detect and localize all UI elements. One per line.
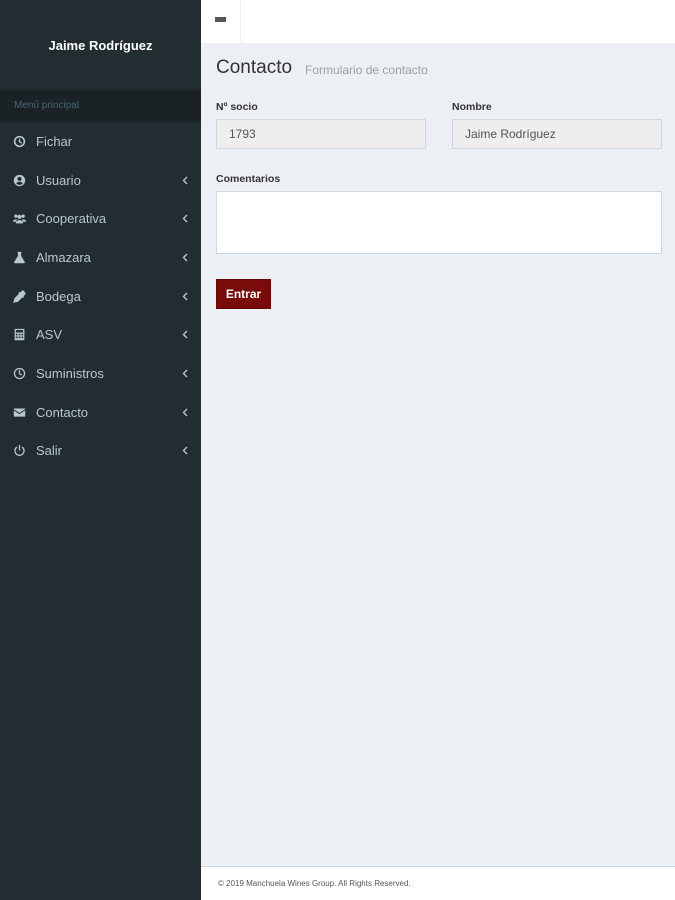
calculator-icon — [12, 328, 26, 342]
sidebar-item-bodega[interactable]: Bodega — [0, 277, 201, 316]
nombre-group: Nombre Jaime Rodríguez — [452, 93, 662, 149]
sidebar-menu: Fichar Usuario Cooperativa Almazara Bode… — [0, 122, 201, 470]
sidebar: Jaime Rodríguez Menú principal Fichar Us… — [0, 0, 201, 900]
sidebar-item-label: Almazara — [36, 249, 91, 265]
user-name: Jaime Rodríguez — [48, 37, 153, 53]
sidebar-item-label: Bodega — [36, 288, 81, 304]
users-icon — [12, 212, 26, 226]
user-circle-icon — [12, 173, 26, 187]
sidebar-item-fichar[interactable]: Fichar — [0, 122, 201, 161]
power-icon — [12, 444, 26, 458]
flask-icon — [12, 250, 26, 264]
form-row: Nº socio 1793 Nombre Jaime Rodríguez — [216, 93, 662, 149]
chevron-left-icon — [181, 446, 189, 456]
sidebar-item-label: Salir — [36, 443, 63, 459]
sidebar-item-cooperativa[interactable]: Cooperativa — [0, 199, 201, 238]
copyright-text: © 2019 Manchuela Wines Group. All Rights… — [218, 879, 411, 888]
socio-group: Nº socio 1793 — [216, 93, 426, 149]
nombre-value: Jaime Rodríguez — [465, 127, 556, 141]
sidebar-item-salir[interactable]: Salir — [0, 432, 201, 471]
submit-button[interactable]: Entrar — [216, 279, 271, 309]
comentarios-label: Comentarios — [216, 173, 281, 185]
chevron-left-icon — [181, 214, 189, 224]
sidebar-toggle-button[interactable] — [201, 0, 241, 43]
page-title: Contacto — [216, 57, 293, 78]
hamburger-icon — [215, 17, 226, 26]
nombre-field[interactable]: Jaime Rodríguez — [452, 119, 662, 149]
user-panel: Jaime Rodríguez — [0, 0, 201, 90]
sidebar-item-label: Contacto — [36, 404, 89, 420]
sidebar-item-usuario[interactable]: Usuario — [0, 161, 201, 200]
sidebar-item-label: ASV — [36, 327, 63, 343]
sidebar-item-label: Suministros — [36, 365, 104, 381]
contact-form: Nº socio 1793 Nombre Jaime Rodríguez Com… — [216, 93, 662, 309]
comentarios-textarea[interactable] — [216, 191, 662, 254]
envelope-icon — [12, 405, 26, 419]
chevron-left-icon — [181, 252, 189, 262]
top-navbar — [201, 0, 675, 43]
sidebar-item-label: Usuario — [36, 172, 81, 188]
socio-field[interactable]: 1793 — [216, 119, 426, 149]
page-subtitle: Formulario de contacto — [305, 62, 428, 77]
chevron-left-icon — [181, 175, 189, 185]
sidebar-item-suministros[interactable]: Suministros — [0, 354, 201, 393]
sidebar-item-contacto[interactable]: Contacto — [0, 393, 201, 432]
page-header: Contacto Formulario de contacto — [216, 43, 662, 93]
footer: © 2019 Manchuela Wines Group. All Rights… — [201, 866, 675, 900]
chevron-left-icon — [181, 330, 189, 340]
sidebar-item-label: Fichar — [36, 133, 73, 149]
clock-icon — [12, 366, 26, 380]
eyedropper-icon — [12, 289, 26, 303]
chevron-left-icon — [181, 368, 189, 378]
socio-label: Nº socio — [216, 101, 258, 113]
sidebar-item-asv[interactable]: ASV — [0, 315, 201, 354]
chevron-left-icon — [181, 291, 189, 301]
nombre-label: Nombre — [452, 101, 492, 113]
clock-circle-icon — [12, 134, 26, 148]
sidebar-item-label: Cooperativa — [36, 211, 107, 227]
menu-header: Menú principal — [0, 90, 201, 122]
socio-value: 1793 — [229, 127, 256, 141]
comentarios-group: Comentarios — [216, 169, 662, 259]
chevron-left-icon — [181, 407, 189, 417]
main-content: Contacto Formulario de contacto Nº socio… — [216, 43, 662, 309]
sidebar-item-almazara[interactable]: Almazara — [0, 238, 201, 277]
